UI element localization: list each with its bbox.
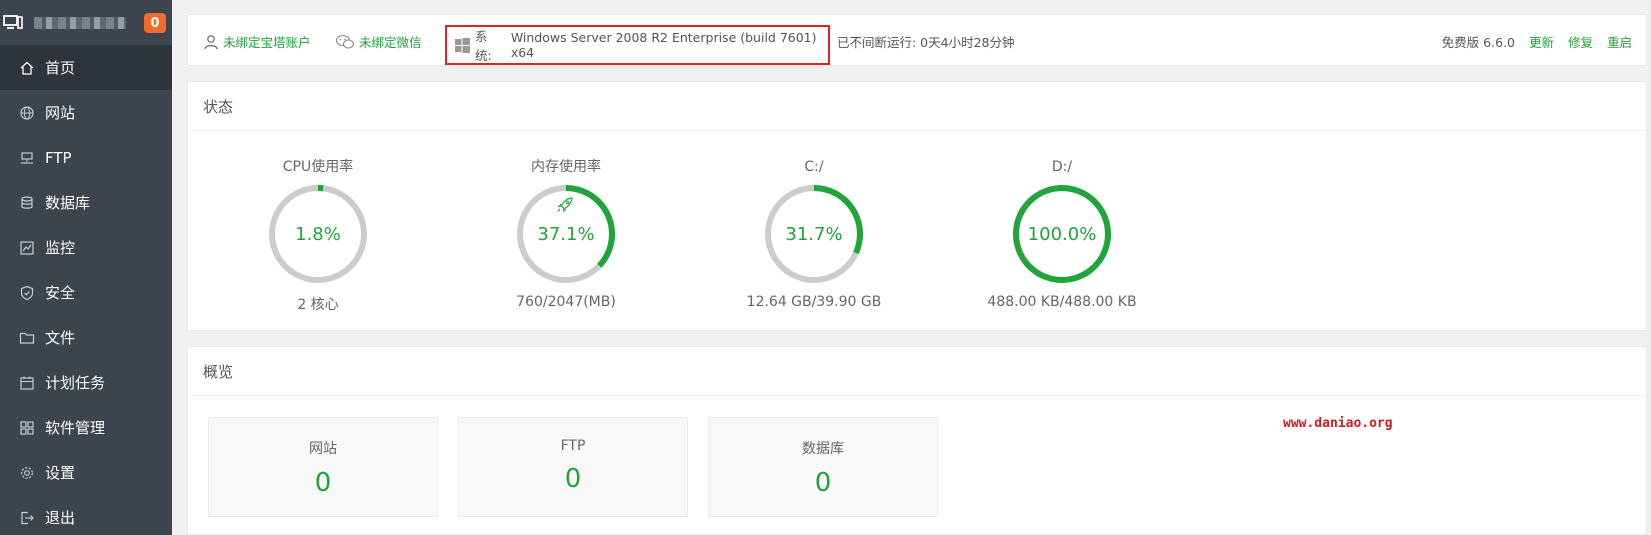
sidebar-item-label: 首页 bbox=[45, 59, 76, 77]
sidebar-item-label: FTP bbox=[45, 148, 72, 167]
logout-icon bbox=[18, 509, 36, 527]
server-name-blurred bbox=[34, 16, 126, 29]
bind-wechat-link[interactable]: 未绑定微信 bbox=[335, 32, 422, 51]
windows-icon bbox=[455, 37, 470, 53]
sidebar-item-label: 安全 bbox=[45, 284, 76, 302]
update-link[interactable]: 更新 bbox=[1529, 32, 1554, 51]
overview-card-value: 0 bbox=[564, 464, 582, 494]
top-info-bar: 未绑定宝塔账户 未绑定微信 系统: Windows Server 2008 R2… bbox=[187, 14, 1647, 66]
sidebar-item-label: 退出 bbox=[45, 509, 76, 527]
system-info-box: 系统: Windows Server 2008 R2 Enterprise (b… bbox=[445, 25, 830, 65]
uptime-text: 已不间断运行: 0天4小时28分钟 bbox=[837, 35, 1015, 50]
gauge-ring: 37.1% bbox=[514, 182, 618, 286]
gauge-subtitle: 488.00 KB/488.00 KB bbox=[987, 294, 1137, 310]
sidebar-item-label: 软件管理 bbox=[45, 419, 106, 437]
sidebar-item-files[interactable]: 文件 bbox=[0, 315, 172, 360]
overview-panel-title: 概览 bbox=[188, 347, 1646, 396]
gauge-title: D:/ bbox=[1051, 159, 1073, 175]
gauge-ring: 31.7% bbox=[762, 182, 866, 286]
sidebar-item-label: 监控 bbox=[45, 239, 76, 257]
memory-gauge[interactable]: 内存使用率 37.1% 760/2047(MB) bbox=[456, 158, 676, 310]
gauge-subtitle: 760/2047(MB) bbox=[516, 294, 616, 310]
gauge-value: 100.0% bbox=[1027, 223, 1097, 245]
ftp-icon bbox=[18, 149, 36, 167]
gauge-ring: 100.0% bbox=[1010, 182, 1114, 286]
gauge-value: 31.7% bbox=[785, 223, 843, 245]
sidebar: 0 首页 网站 FTP 数据库 监控 安全 文件 计划任务 软件管理 设置 退出 bbox=[0, 0, 172, 535]
gauge-subtitle: 2 核心 bbox=[297, 297, 339, 313]
version-text: 免费版 6.6.0 bbox=[1441, 35, 1515, 50]
overview-card-website[interactable]: 网站 0 bbox=[208, 417, 438, 517]
overview-card-value: 0 bbox=[314, 468, 332, 498]
sidebar-item-cron[interactable]: 计划任务 bbox=[0, 360, 172, 405]
system-value: Windows Server 2008 R2 Enterprise (build… bbox=[510, 30, 817, 60]
monitor-icon bbox=[18, 239, 36, 257]
status-panel: 状态 CPU使用率 1.8% 2 核心 内存使用率 37.1% 760/2047… bbox=[187, 81, 1647, 331]
gauge-title: C:/ bbox=[804, 159, 824, 175]
overview-card-label: 网站 bbox=[309, 441, 337, 457]
user-icon bbox=[204, 34, 218, 49]
gauge-title: CPU使用率 bbox=[282, 159, 354, 175]
sidebar-item-database[interactable]: 数据库 bbox=[0, 180, 172, 225]
sidebar-item-label: 网站 bbox=[45, 104, 76, 122]
repair-link[interactable]: 修复 bbox=[1568, 32, 1593, 51]
notification-badge[interactable]: 0 bbox=[144, 13, 166, 33]
computer-icon bbox=[2, 12, 24, 34]
gauge-value: 37.1% bbox=[537, 223, 595, 245]
overview-panel: 概览 网站 0 FTP 0 数据库 0 www.daniao.org bbox=[187, 346, 1647, 535]
bind-wechat-label: 未绑定微信 bbox=[359, 35, 422, 50]
sidebar-item-security[interactable]: 安全 bbox=[0, 270, 172, 315]
overview-card-database[interactable]: 数据库 0 bbox=[708, 417, 938, 517]
status-panel-title: 状态 bbox=[188, 82, 1646, 131]
version-actions: 免费版 6.6.0 更新 修复 重启 bbox=[1442, 32, 1632, 51]
overview-card-label: FTP bbox=[560, 438, 586, 454]
gauge-subtitle: 12.64 GB/39.90 GB bbox=[746, 294, 882, 310]
sidebar-item-label: 文件 bbox=[45, 329, 76, 347]
overview-card-label: 数据库 bbox=[802, 441, 844, 457]
cpu-gauge[interactable]: CPU使用率 1.8% 2 核心 bbox=[208, 158, 428, 314]
shield-icon bbox=[18, 284, 36, 302]
watermark-text: www.daniao.org bbox=[1283, 416, 1393, 431]
brand: 0 bbox=[0, 0, 172, 45]
sidebar-item-software[interactable]: 软件管理 bbox=[0, 405, 172, 450]
wechat-icon bbox=[335, 34, 355, 49]
bind-account-label: 未绑定宝塔账户 bbox=[223, 35, 311, 50]
disk-d-gauge[interactable]: D:/ 100.0% 488.00 KB/488.00 KB bbox=[952, 158, 1172, 310]
folder-icon bbox=[18, 329, 36, 347]
home-icon bbox=[18, 59, 36, 77]
system-label: 系统: bbox=[475, 29, 492, 63]
globe-icon bbox=[18, 104, 36, 122]
gear-icon bbox=[18, 464, 36, 482]
grid-icon bbox=[18, 419, 36, 437]
disk-c-gauge[interactable]: C:/ 31.7% 12.64 GB/39.90 GB bbox=[704, 158, 924, 310]
calendar-icon bbox=[18, 374, 36, 392]
overview-card-value: 0 bbox=[814, 468, 832, 498]
database-icon bbox=[18, 194, 36, 212]
sidebar-item-home[interactable]: 首页 bbox=[0, 45, 172, 90]
sidebar-item-label: 设置 bbox=[45, 464, 76, 482]
overview-card-ftp[interactable]: FTP 0 bbox=[458, 417, 688, 517]
gauge-value: 1.8% bbox=[295, 223, 341, 245]
sidebar-item-website[interactable]: 网站 bbox=[0, 90, 172, 135]
gauge-title: 内存使用率 bbox=[531, 159, 601, 175]
sidebar-item-ftp[interactable]: FTP bbox=[0, 135, 172, 180]
gauge-ring: 1.8% bbox=[266, 182, 370, 286]
sidebar-item-settings[interactable]: 设置 bbox=[0, 450, 172, 495]
restart-link[interactable]: 重启 bbox=[1607, 32, 1632, 51]
sidebar-item-monitor[interactable]: 监控 bbox=[0, 225, 172, 270]
bind-account-link[interactable]: 未绑定宝塔账户 bbox=[203, 32, 311, 51]
sidebar-item-label: 计划任务 bbox=[45, 374, 106, 392]
sidebar-item-label: 数据库 bbox=[45, 194, 91, 212]
sidebar-item-logout[interactable]: 退出 bbox=[0, 495, 172, 535]
